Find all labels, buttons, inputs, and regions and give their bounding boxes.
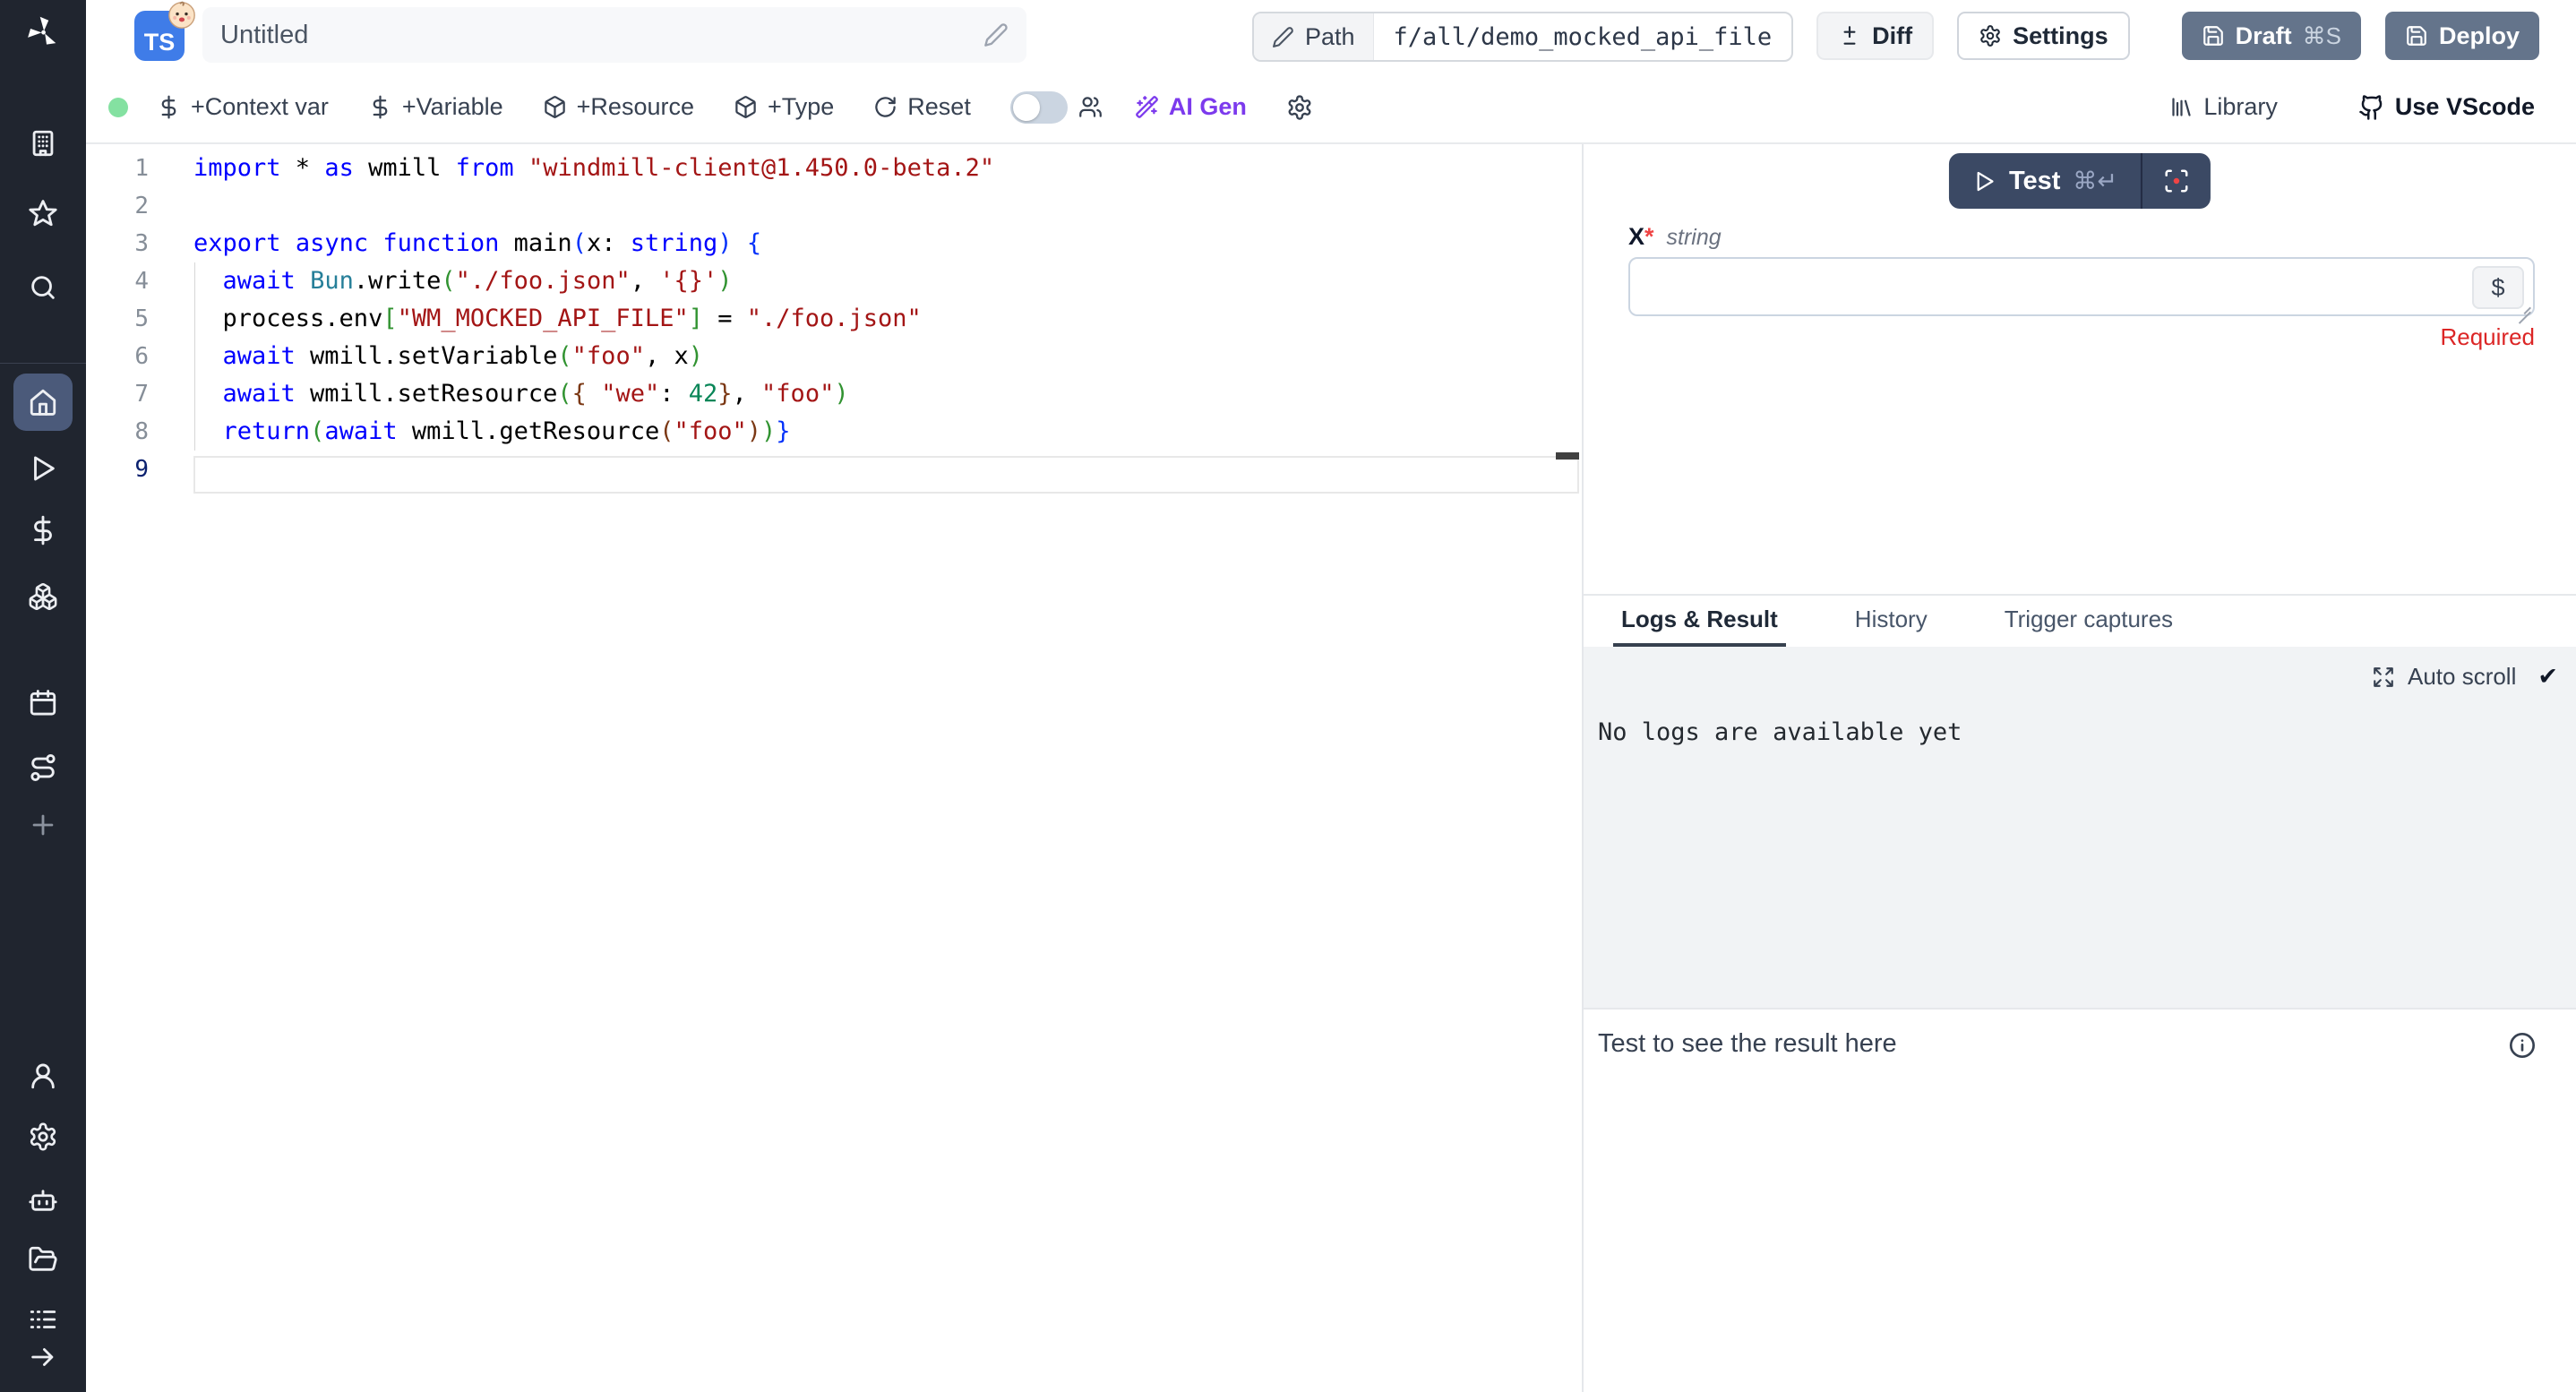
settings-gear-icon [1979,24,2002,47]
topbar: TS Untitled Path f/all/demo_mocked_api_f… [86,0,2576,72]
edit-path-pencil-icon [1272,26,1294,48]
resources-boxes-icon[interactable] [28,581,58,612]
sidebar [0,0,86,1392]
result-tabs: Logs & Result History Trigger captures [1584,596,2576,647]
status-dot [108,98,128,117]
logs-area: Auto scroll ✔ No logs are available yet [1584,647,2576,1008]
add-variable-button[interactable]: +Variable [368,93,503,121]
toggle-knob [1013,94,1040,121]
no-logs-message: No logs are available yet [1598,718,1962,746]
info-icon[interactable] [2508,1031,2537,1060]
topbar-actions: Diff Settings Draft ⌘S Deploy [1816,12,2539,60]
path-value: f/all/demo_mocked_api_file [1374,13,1792,60]
windmill-logo-icon[interactable] [23,13,63,52]
wand-sparkles-icon [1135,95,1159,119]
expand-icon[interactable] [2372,666,2395,689]
package-icon [734,95,758,119]
add-context-var-button[interactable]: +Context var [157,93,329,121]
script-title: Untitled [220,21,983,50]
library-icon [2169,95,2194,119]
test-button-group: Test ⌘↵ [1949,153,2211,209]
editor-settings-button[interactable] [1286,94,1313,121]
edit-title-pencil-icon[interactable] [983,22,1009,47]
run-panel: Test ⌘↵ X* string $ Required Logs & Resu… [1582,144,2576,1392]
tab-trigger-captures[interactable]: Trigger captures [1996,596,2181,647]
save-icon [2202,24,2225,47]
test-shortcut: ⌘↵ [2073,168,2117,195]
line-number-gutter: 123456789 [86,150,149,488]
argument-name: X [1628,223,1644,250]
search-icon[interactable] [28,272,58,303]
focus-capture-icon [2163,168,2190,194]
user-icon[interactable] [28,1061,58,1091]
overview-ruler-cursor-marker [1556,452,1579,460]
add-plus-icon[interactable] [28,810,58,840]
path-chip[interactable]: Path f/all/demo_mocked_api_file [1252,12,1793,62]
play-icon [1972,169,1996,193]
add-resource-button[interactable]: +Resource [543,93,694,121]
code-editor[interactable]: 123456789 import * as wmill from "windmi… [86,144,1582,1392]
favorites-star-icon[interactable] [28,198,58,228]
triggers-route-icon[interactable] [28,752,58,783]
use-vscode-button[interactable]: Use VScode [2358,93,2535,121]
tab-history[interactable]: History [1847,596,1936,647]
reset-rotate-icon [873,95,897,119]
argument-input[interactable]: $ [1628,257,2535,316]
editor-toolbar: +Context var +Variable +Resource +Type R… [86,72,2576,144]
github-icon [2358,94,2385,121]
script-title-input[interactable]: Untitled [202,7,1026,63]
test-button[interactable]: Test ⌘↵ [1949,153,2141,209]
add-type-button[interactable]: +Type [734,93,834,121]
path-edit-button[interactable]: Path [1254,13,1374,60]
runs-play-icon[interactable] [28,453,58,484]
library-button[interactable]: Library [2169,93,2278,121]
users-icon [1078,95,1103,119]
draft-shortcut: ⌘S [2303,22,2341,50]
workers-robot-icon[interactable] [28,1184,58,1215]
auto-scroll-label: Auto scroll [2408,663,2516,691]
baby-emoji-badge [167,0,197,30]
auto-scroll-control[interactable]: Auto scroll ✔ [2372,663,2558,691]
dollar-icon [368,95,392,119]
multiplayer-users-icon[interactable] [1078,95,1103,119]
tab-logs-result[interactable]: Logs & Result [1613,596,1786,647]
deploy-button[interactable]: Deploy [2385,12,2539,60]
gear-icon [1286,94,1313,121]
draft-button[interactable]: Draft ⌘S [2182,12,2361,60]
folders-icon[interactable] [28,1244,58,1275]
required-message: Required [2440,323,2535,351]
variables-dollar-icon[interactable] [28,515,58,546]
settings-gear-icon[interactable] [28,1121,58,1152]
argument-type: string [1667,225,1722,251]
collab-toggle[interactable] [1010,91,1068,124]
reset-button[interactable]: Reset [873,93,971,121]
capture-test-button[interactable] [2142,153,2211,209]
windmill-script-editor: TS Untitled Path f/all/demo_mocked_api_f… [0,0,2576,1392]
expand-sidebar-arrow-icon[interactable] [28,1342,58,1372]
sidebar-divider [0,363,86,364]
path-label: Path [1305,23,1355,51]
schedules-calendar-icon[interactable] [28,688,58,718]
diff-icon [1838,24,1861,47]
ai-gen-button[interactable]: AI Gen [1135,93,1247,121]
save-icon [2405,24,2428,47]
required-star: * [1644,223,1654,250]
package-icon [543,95,567,119]
code-content[interactable]: import * as wmill from "windmill-client@… [193,150,1582,488]
settings-button[interactable]: Settings [1957,12,2130,60]
argument-row: X* string [1628,223,1722,251]
diff-button[interactable]: Diff [1816,12,1934,60]
dollar-icon [157,95,181,119]
audit-logs-icon[interactable] [28,1304,58,1335]
auto-scroll-checkmark[interactable]: ✔ [2537,663,2558,691]
home-icon[interactable] [28,387,58,417]
result-placeholder: Test to see the result here [1598,1029,1897,1059]
result-area: Test to see the result here [1584,1008,2576,1392]
textarea-resize-handle[interactable] [2517,298,2531,313]
workspace-building-icon[interactable] [28,128,58,159]
